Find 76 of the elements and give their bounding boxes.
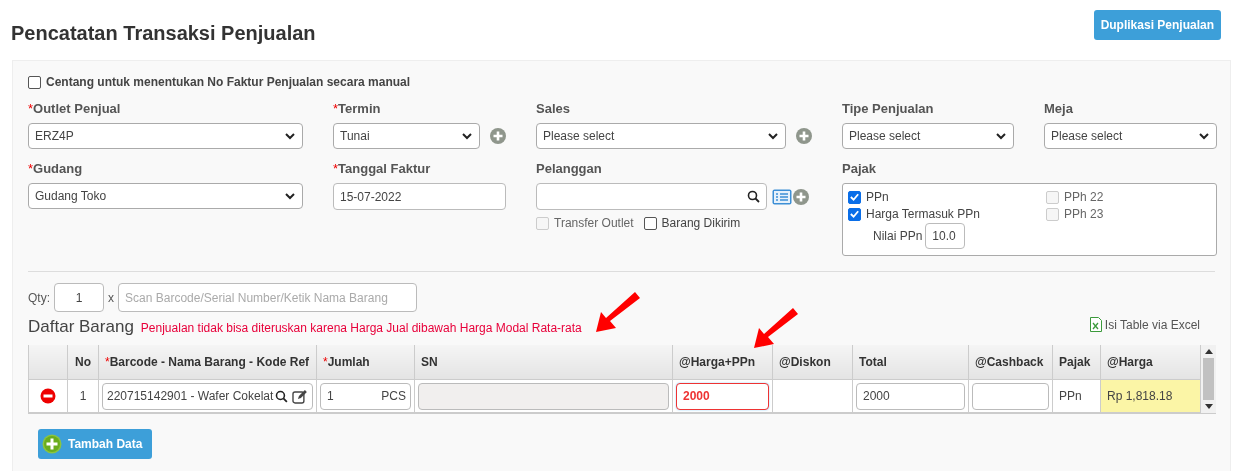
search-icon[interactable] [275, 389, 289, 403]
checkbox-label: Transfer Outlet [554, 216, 634, 230]
checkbox[interactable] [848, 190, 861, 204]
chevron-down-icon [284, 191, 296, 201]
times-label: x [108, 290, 114, 305]
table-input[interactable]: 2000 [676, 382, 769, 410]
column-header: @Cashback [968, 345, 1053, 380]
field-label: Sales [536, 101, 571, 116]
excel-link[interactable]: Isi Table via Excel [1089, 317, 1200, 332]
scroll-up-icon[interactable] [1204, 349, 1213, 354]
dropdown[interactable]: Please select [536, 123, 786, 149]
scrollbar-thumb[interactable] [1203, 358, 1214, 400]
spreadsheet-icon [1089, 317, 1102, 332]
field-label: *Outlet Penjual [28, 101, 122, 116]
checkbox[interactable] [28, 75, 41, 89]
checkbox-label: Barang Dikirim [661, 216, 741, 230]
add-icon [42, 434, 62, 454]
annotation-arrow [754, 308, 798, 348]
dropdown[interactable]: Gudang Toko [28, 183, 303, 209]
annotation-arrow [596, 292, 640, 332]
table-input[interactable] [972, 382, 1049, 410]
column-header: SN [414, 345, 673, 380]
checkbox-label: Harga Termasuk PPn [866, 207, 980, 221]
field-label: Tipe Penjualan [842, 101, 935, 116]
dropdown[interactable]: Please select [1044, 123, 1217, 149]
qty-field[interactable]: 1 [54, 283, 104, 312]
item-field[interactable]: 220715142901 - Wafer Cokelat [102, 382, 313, 410]
table-input[interactable]: 2000 [856, 382, 965, 410]
checkbox-label: PPn [866, 190, 889, 204]
column-header: @Diskon [772, 345, 853, 380]
checkbox-label: Centang untuk menentukan No Faktur Penjualan secara manual [46, 75, 411, 89]
add-icon[interactable] [796, 128, 812, 144]
chevron-down-icon [1198, 131, 1210, 141]
table-cell: Rp 1,818.18 [1100, 379, 1201, 413]
edit-icon[interactable] [292, 388, 308, 404]
list-icon[interactable] [772, 188, 792, 205]
chevron-down-icon [284, 131, 296, 141]
column-header: Total [852, 345, 969, 380]
dropdown[interactable]: ERZ4P [28, 123, 303, 149]
warning-text: Penjualan tidak bisa diteruskan karena Harga Jual dibawah Harga Modal Rata-rata [140, 321, 582, 335]
column-header: @Harga [1100, 345, 1201, 380]
checkbox[interactable] [848, 207, 861, 221]
quantity-field[interactable]: 1 PCS [320, 382, 411, 410]
scrollbar[interactable] [1201, 345, 1216, 413]
column-header: *Barcode - Nama Barang - Kode Ref [98, 345, 317, 380]
checkbox[interactable] [643, 216, 657, 230]
chevron-down-icon [995, 131, 1007, 141]
checkbox-label: PPh 22 [1064, 190, 1104, 204]
column-header: Pajak [1052, 345, 1101, 380]
checkbox-label: PPh 23 [1064, 207, 1104, 221]
scroll-down-icon[interactable] [1204, 404, 1213, 409]
column-header: *Jumlah [316, 345, 415, 380]
date-field[interactable]: 15-07-2022 [333, 183, 506, 210]
column-header: @Harga+PPn [672, 345, 773, 380]
field-label: Meja [1044, 101, 1074, 116]
chevron-down-icon [461, 131, 473, 141]
field-label: *Tanggal Faktur [333, 161, 432, 176]
dropdown[interactable]: Tunai [333, 123, 480, 149]
add-icon[interactable] [490, 128, 506, 144]
field-label: *Termin [333, 101, 382, 116]
qty-label: Qty: [28, 290, 50, 305]
dropdown[interactable]: Please select [842, 123, 1014, 149]
column-header: No [67, 345, 99, 380]
field-label: Pelanggan [536, 161, 603, 176]
table-cell: PPn [1052, 379, 1101, 413]
search-field[interactable] [536, 183, 767, 210]
field-label: Pajak [842, 161, 877, 176]
add-icon[interactable] [793, 188, 809, 205]
chevron-down-icon [767, 131, 779, 141]
rate-field[interactable]: 10.0 [925, 223, 966, 249]
section-heading: Daftar Barang [28, 317, 134, 337]
page-title: Pencatatan Transaksi Penjualan [11, 22, 316, 45]
field-label: *Gudang [28, 161, 84, 176]
rate-label: Nilai PPn [873, 229, 923, 243]
search-icon [747, 190, 760, 203]
remove-icon[interactable] [40, 388, 56, 404]
